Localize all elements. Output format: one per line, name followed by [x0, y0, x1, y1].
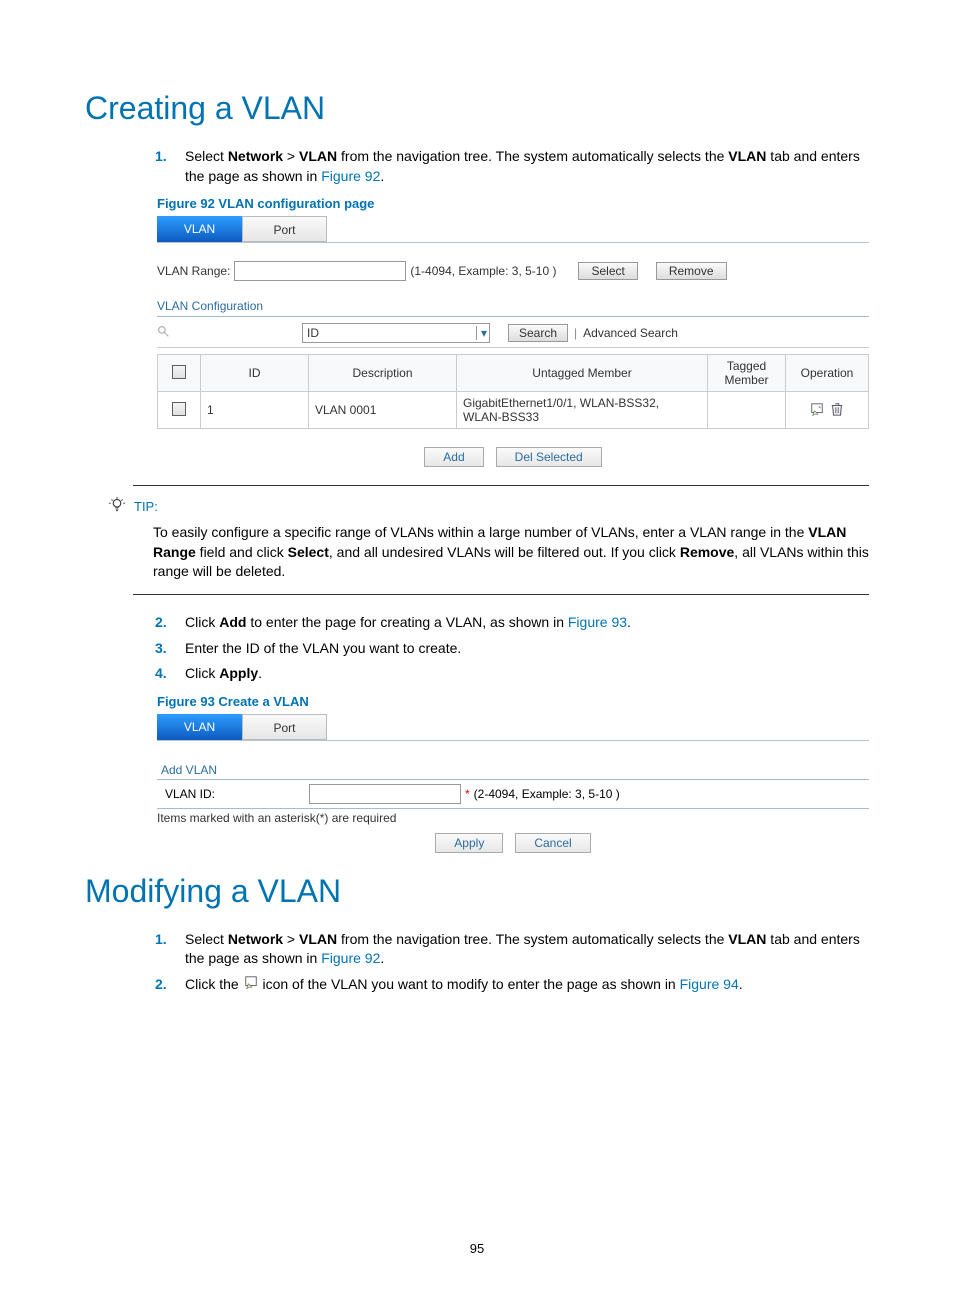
- search-icon: [157, 325, 170, 341]
- table-row: 1 VLAN 0001 GigabitEthernet1/0/1, WLAN-B…: [158, 392, 869, 429]
- step-4-text: Click Apply.: [185, 664, 262, 684]
- cell-untagged: GigabitEthernet1/0/1, WLAN-BSS32, WLAN-B…: [457, 392, 708, 429]
- vlan-range-label: VLAN Range:: [157, 264, 230, 278]
- cancel-button[interactable]: Cancel: [515, 833, 590, 853]
- heading-creating-vlan: Creating a VLAN: [85, 90, 869, 127]
- step-3-text: Enter the ID of the VLAN you want to cre…: [185, 639, 461, 659]
- id-select[interactable]: ID ▾: [302, 323, 490, 343]
- tip-label: TIP:: [134, 499, 158, 514]
- link-fig93[interactable]: Figure 93: [568, 614, 627, 630]
- tip-body: To easily configure a specific range of …: [153, 523, 869, 582]
- step-2-text: Click Add to enter the page for creating…: [185, 613, 631, 633]
- mod-step-2-number: 2.: [155, 975, 185, 995]
- tab-port[interactable]: Port: [242, 714, 327, 740]
- tab-bar: VLAN Port: [157, 216, 869, 243]
- th-tagged-member: Tagged Member: [708, 355, 786, 392]
- fig92-caption: Figure 92 VLAN configuration page: [157, 196, 869, 211]
- modify-icon[interactable]: [810, 402, 824, 419]
- chevron-down-icon: ▾: [476, 326, 487, 340]
- tip-block: TIP: To easily configure a specific rang…: [133, 485, 869, 595]
- remove-button[interactable]: Remove: [656, 262, 727, 280]
- add-vlan-section: Add VLAN: [157, 761, 869, 780]
- th-untagged-member: Untagged Member: [457, 355, 708, 392]
- vlan-id-label: VLAN ID:: [157, 787, 305, 801]
- link-fig92-b[interactable]: Figure 92: [321, 950, 380, 966]
- required-asterisk: *: [465, 787, 470, 801]
- tab-vlan[interactable]: VLAN: [157, 714, 242, 740]
- row-checkbox[interactable]: [172, 402, 186, 416]
- step-1-number: 1.: [155, 147, 185, 186]
- vlan-range-input[interactable]: [234, 261, 406, 281]
- vlan-config-section-title: VLAN Configuration: [157, 299, 869, 317]
- modify-icon: [243, 975, 259, 995]
- select-all-checkbox[interactable]: [172, 365, 186, 379]
- vlan-table: ID Description Untagged Member Tagged Me…: [157, 354, 869, 429]
- required-note: Items marked with an asterisk(*) are req…: [157, 811, 869, 825]
- heading-modifying-vlan: Modifying a VLAN: [85, 873, 869, 910]
- apply-button[interactable]: Apply: [435, 833, 503, 853]
- page-number: 95: [0, 1241, 954, 1256]
- lightbulb-icon: [108, 496, 126, 517]
- th-description: Description: [309, 355, 457, 392]
- step-4-number: 4.: [155, 664, 185, 684]
- step-1-text: Select Network > VLAN from the navigatio…: [185, 147, 869, 186]
- vlan-range-hint: (1-4094, Example: 3, 5-10 ): [410, 264, 556, 278]
- link-fig92[interactable]: Figure 92: [321, 168, 380, 184]
- cell-id: 1: [201, 392, 309, 429]
- th-id: ID: [201, 355, 309, 392]
- select-button[interactable]: Select: [578, 262, 637, 280]
- del-selected-button[interactable]: Del Selected: [496, 447, 602, 467]
- add-button[interactable]: Add: [424, 447, 483, 467]
- link-fig94[interactable]: Figure 94: [680, 976, 739, 992]
- th-operation: Operation: [786, 355, 869, 392]
- cell-tagged: [708, 392, 786, 429]
- fig93-caption: Figure 93 Create a VLAN: [157, 694, 869, 709]
- fig92-screenshot: VLAN Port VLAN Range: (1-4094, Example: …: [157, 216, 869, 467]
- tab-port[interactable]: Port: [242, 216, 327, 242]
- tab-vlan[interactable]: VLAN: [157, 216, 242, 242]
- cell-description: VLAN 0001: [309, 392, 457, 429]
- delete-icon[interactable]: [830, 402, 844, 419]
- mod-step-1-text: Select Network > VLAN from the navigatio…: [185, 930, 869, 969]
- step-2-number: 2.: [155, 613, 185, 633]
- mod-step-1-number: 1.: [155, 930, 185, 969]
- vlan-id-input[interactable]: [309, 784, 461, 804]
- fig93-screenshot: VLAN Port Add VLAN VLAN ID: * (2-4094, Ex…: [157, 714, 869, 853]
- step-3-number: 3.: [155, 639, 185, 659]
- mod-step-2-text: Click the icon of the VLAN you want to m…: [185, 975, 743, 995]
- vlan-id-hint: (2-4094, Example: 3, 5-10 ): [474, 787, 620, 801]
- search-button[interactable]: Search: [508, 324, 568, 342]
- advanced-search-link[interactable]: Advanced Search: [583, 326, 678, 340]
